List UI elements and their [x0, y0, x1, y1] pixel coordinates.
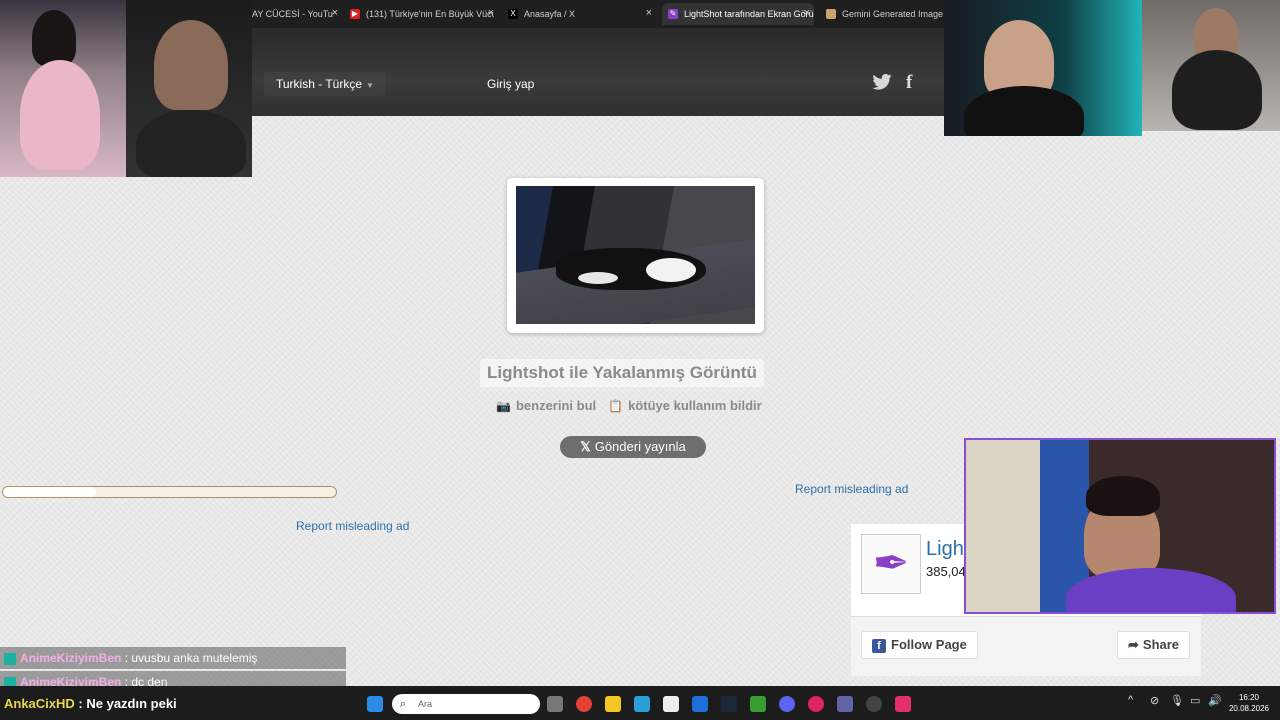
image-icon	[826, 9, 836, 19]
alert-username: AnkaCixHD	[4, 696, 75, 711]
page-name[interactable]: Ligh	[926, 538, 964, 561]
store-icon[interactable]	[663, 696, 679, 712]
search-icon: ⌕	[400, 698, 407, 710]
report-abuse-link[interactable]: kötüye kullanım bildir	[628, 398, 762, 413]
obs-icon[interactable]	[866, 696, 882, 712]
x-icon: X	[508, 9, 518, 19]
follower-count: 385,04	[926, 564, 966, 579]
webcam-overlay	[0, 0, 126, 177]
chevron-up-icon[interactable]: ^	[1128, 694, 1133, 706]
close-icon[interactable]: ×	[804, 7, 810, 19]
media-icon[interactable]	[808, 696, 824, 712]
close-icon[interactable]: ×	[332, 7, 338, 19]
screenshot-frame	[507, 178, 764, 333]
volume-icon[interactable]: 🔊	[1208, 694, 1222, 707]
facebook-widget-footer: f Follow Page ➦ Share	[851, 616, 1201, 676]
task-view-icon[interactable]	[547, 696, 563, 712]
facebook-icon: f	[872, 639, 886, 653]
goal-progress-bar	[2, 486, 337, 498]
stream-alert: AnkaCixHD : Ne yazdın peki	[4, 696, 177, 711]
close-icon[interactable]: ×	[646, 7, 652, 19]
steam-icon[interactable]	[721, 696, 737, 712]
lightshot-icon: ✎	[668, 9, 678, 19]
progress-fill	[3, 487, 97, 497]
twitter-icon[interactable]	[872, 74, 892, 95]
tab-title: Gemini Generated Image vcfh	[842, 9, 944, 19]
tab-x[interactable]: X Anasayfa / X ×	[508, 3, 652, 25]
tab-youtube-1[interactable]: AY CÜCESİ - YouTu ×	[252, 3, 338, 25]
system-clock[interactable]: 16:20 20.08.2026	[1228, 692, 1270, 714]
x-icon: 𝕏	[580, 439, 591, 454]
tab-youtube-2[interactable]: ▶ (131) Türkiye'nin En Büyük Vücu ×	[350, 3, 494, 25]
webcam-overlay	[126, 0, 252, 177]
search-input[interactable]: ⌕ Ara	[392, 694, 540, 714]
display-icon[interactable]: ▭	[1190, 694, 1200, 707]
teams-icon[interactable]	[837, 696, 853, 712]
find-similar-link[interactable]: benzerini bul	[516, 398, 596, 413]
post-to-x-button[interactable]: 𝕏 Gönderi yayınla	[560, 436, 706, 458]
app-icon[interactable]	[634, 696, 650, 712]
chrome-icon[interactable]	[576, 696, 592, 712]
chevron-down-icon: ▼	[366, 81, 374, 90]
clock-date: 20.08.2026	[1228, 704, 1270, 713]
clock-time: 16:20	[1238, 693, 1260, 702]
search-placeholder: Ara	[418, 699, 433, 709]
facebook-icon[interactable]: f	[906, 72, 912, 94]
webcam-overlay	[944, 0, 1142, 136]
chat-text: : uvusbu anka mutelemiş	[124, 651, 258, 665]
person-silhouette	[136, 110, 246, 177]
login-link[interactable]: Giriş yap	[487, 77, 534, 91]
camera-icon: 📷	[496, 398, 511, 413]
screenshot-image[interactable]	[516, 186, 755, 324]
chat-badge-icon	[4, 652, 16, 665]
streamer-webcam	[964, 438, 1276, 614]
cat-fur-shape	[646, 258, 696, 282]
report-ad-link[interactable]: Report misleading ad	[795, 482, 908, 496]
report-ad-link[interactable]: Report misleading ad	[296, 519, 409, 533]
follow-page-button[interactable]: f Follow Page	[861, 631, 978, 659]
follow-label: Follow Page	[891, 637, 967, 652]
mail-icon[interactable]	[692, 696, 708, 712]
person-silhouette	[1172, 50, 1262, 130]
xbox-icon[interactable]	[750, 696, 766, 712]
person-silhouette	[1086, 476, 1160, 516]
person-silhouette	[1066, 568, 1236, 612]
chat-username: AnimeKiziyimBen	[20, 651, 122, 665]
youtube-icon: ▶	[350, 9, 360, 19]
instagram-icon[interactable]	[895, 696, 911, 712]
network-icon[interactable]: ⊘	[1150, 694, 1159, 707]
person-silhouette	[154, 20, 228, 110]
share-icon: ➦	[1128, 637, 1139, 652]
page-title: Lightshot ile Yakalanmış Görüntü	[480, 359, 764, 387]
language-selector[interactable]: Turkish - Türkçe ▼	[264, 72, 386, 96]
share-label: Share	[1142, 637, 1180, 652]
microphone-icon[interactable]: 🎙	[1170, 694, 1184, 707]
windows-taskbar: AnkaCixHD : Ne yazdın peki ⌕ Ara ^ ⊘ 🎙 ▭ …	[0, 686, 1280, 720]
tab-gemini-image[interactable]: Gemini Generated Image vcfh	[826, 3, 944, 25]
language-label: Turkish - Türkçe	[276, 77, 363, 91]
close-icon[interactable]: ×	[488, 7, 494, 19]
discord-icon[interactable]	[779, 696, 795, 712]
tab-lightshot[interactable]: ✎ LightShot tarafından Ekran Görü ×	[662, 3, 814, 25]
windows-start-icon[interactable]	[367, 696, 383, 712]
lightshot-logo[interactable]: ✒	[861, 534, 921, 594]
person-silhouette	[32, 10, 76, 66]
alert-text: : Ne yazdın peki	[78, 696, 177, 711]
person-silhouette	[20, 60, 100, 170]
tab-title: (131) Türkiye'nin En Büyük Vücu	[366, 9, 494, 19]
chat-message: AnimeKiziyimBen : uvusbu anka mutelemiş	[0, 647, 346, 669]
tab-title: Anasayfa / X	[524, 9, 576, 19]
cat-fur-shape	[578, 272, 618, 284]
share-button[interactable]: ➦ Share	[1117, 631, 1191, 659]
webcam-overlay	[1142, 0, 1280, 131]
person-silhouette	[964, 86, 1084, 136]
post-button-label: Gönderi yayınla	[594, 439, 686, 454]
tab-title: AY CÜCESİ - YouTu	[252, 9, 333, 19]
image-actions: 📷 benzerini bul 📋 kötüye kullanım bildir	[496, 398, 762, 413]
tab-title: LightShot tarafından Ekran Görü	[684, 9, 814, 19]
clipboard-icon: 📋	[608, 398, 624, 413]
file-explorer-icon[interactable]	[605, 696, 621, 712]
